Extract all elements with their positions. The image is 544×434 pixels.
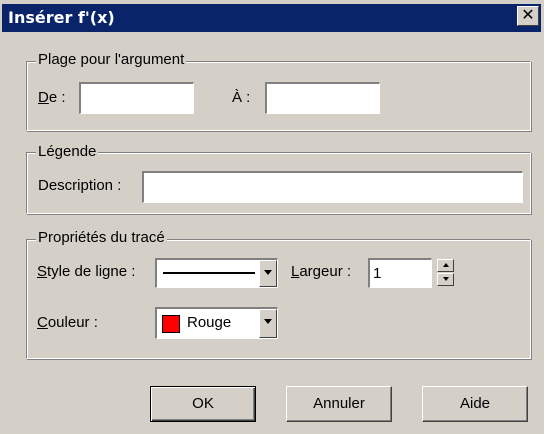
color-name: Rouge xyxy=(187,314,232,331)
width-decrement-button[interactable] xyxy=(437,273,454,286)
width-increment-button[interactable] xyxy=(437,259,454,272)
cancel-button[interactable]: Annuler xyxy=(286,386,392,422)
to-input[interactable] xyxy=(265,82,380,114)
color-dropdown-arrow-icon[interactable] xyxy=(259,309,277,338)
help-button[interactable]: Aide xyxy=(422,386,528,422)
description-label: Description : xyxy=(38,177,122,194)
plot-group-legend: Propriétés du tracé xyxy=(36,229,167,247)
close-icon: ✕ xyxy=(521,5,535,24)
close-button[interactable]: ✕ xyxy=(517,6,539,26)
line-style-dropdown-arrow-icon[interactable] xyxy=(259,260,277,287)
line-style-label-rest: tyle de ligne : xyxy=(47,263,136,280)
window-title: Insérer f'(x) xyxy=(8,8,115,27)
color-select[interactable]: Rouge xyxy=(155,307,278,339)
color-label: Couleur : xyxy=(37,313,98,333)
from-input[interactable] xyxy=(79,82,194,114)
plot-group-frame xyxy=(26,239,531,359)
range-group-legend: Plage pour l'argument xyxy=(36,51,187,69)
line-style-label: Style de ligne : xyxy=(37,262,135,282)
width-label: Largeur : xyxy=(291,262,351,282)
width-label-rest: argeur : xyxy=(299,263,352,280)
description-input[interactable] xyxy=(142,171,523,203)
from-label-rest: e : xyxy=(48,89,66,106)
to-label: À : xyxy=(232,89,251,106)
color-label-mnemonic: C xyxy=(37,314,48,331)
title-bar[interactable]: Insérer f'(x) ✕ xyxy=(2,4,541,32)
from-label: De : xyxy=(38,88,66,108)
solid-line-preview xyxy=(163,272,255,274)
color-swatch xyxy=(162,315,180,333)
ok-button[interactable]: OK xyxy=(150,386,256,422)
line-style-select[interactable] xyxy=(155,258,278,288)
line-style-label-mnemonic: S xyxy=(37,263,48,280)
width-input[interactable] xyxy=(368,258,432,288)
color-label-rest: ouleur : xyxy=(47,314,98,331)
from-label-mnemonic: D xyxy=(38,89,49,106)
insert-derivative-dialog: Insérer f'(x) ✕ Plage pour l'argument De… xyxy=(0,0,544,434)
legend-group-legend: Légende xyxy=(36,143,99,161)
